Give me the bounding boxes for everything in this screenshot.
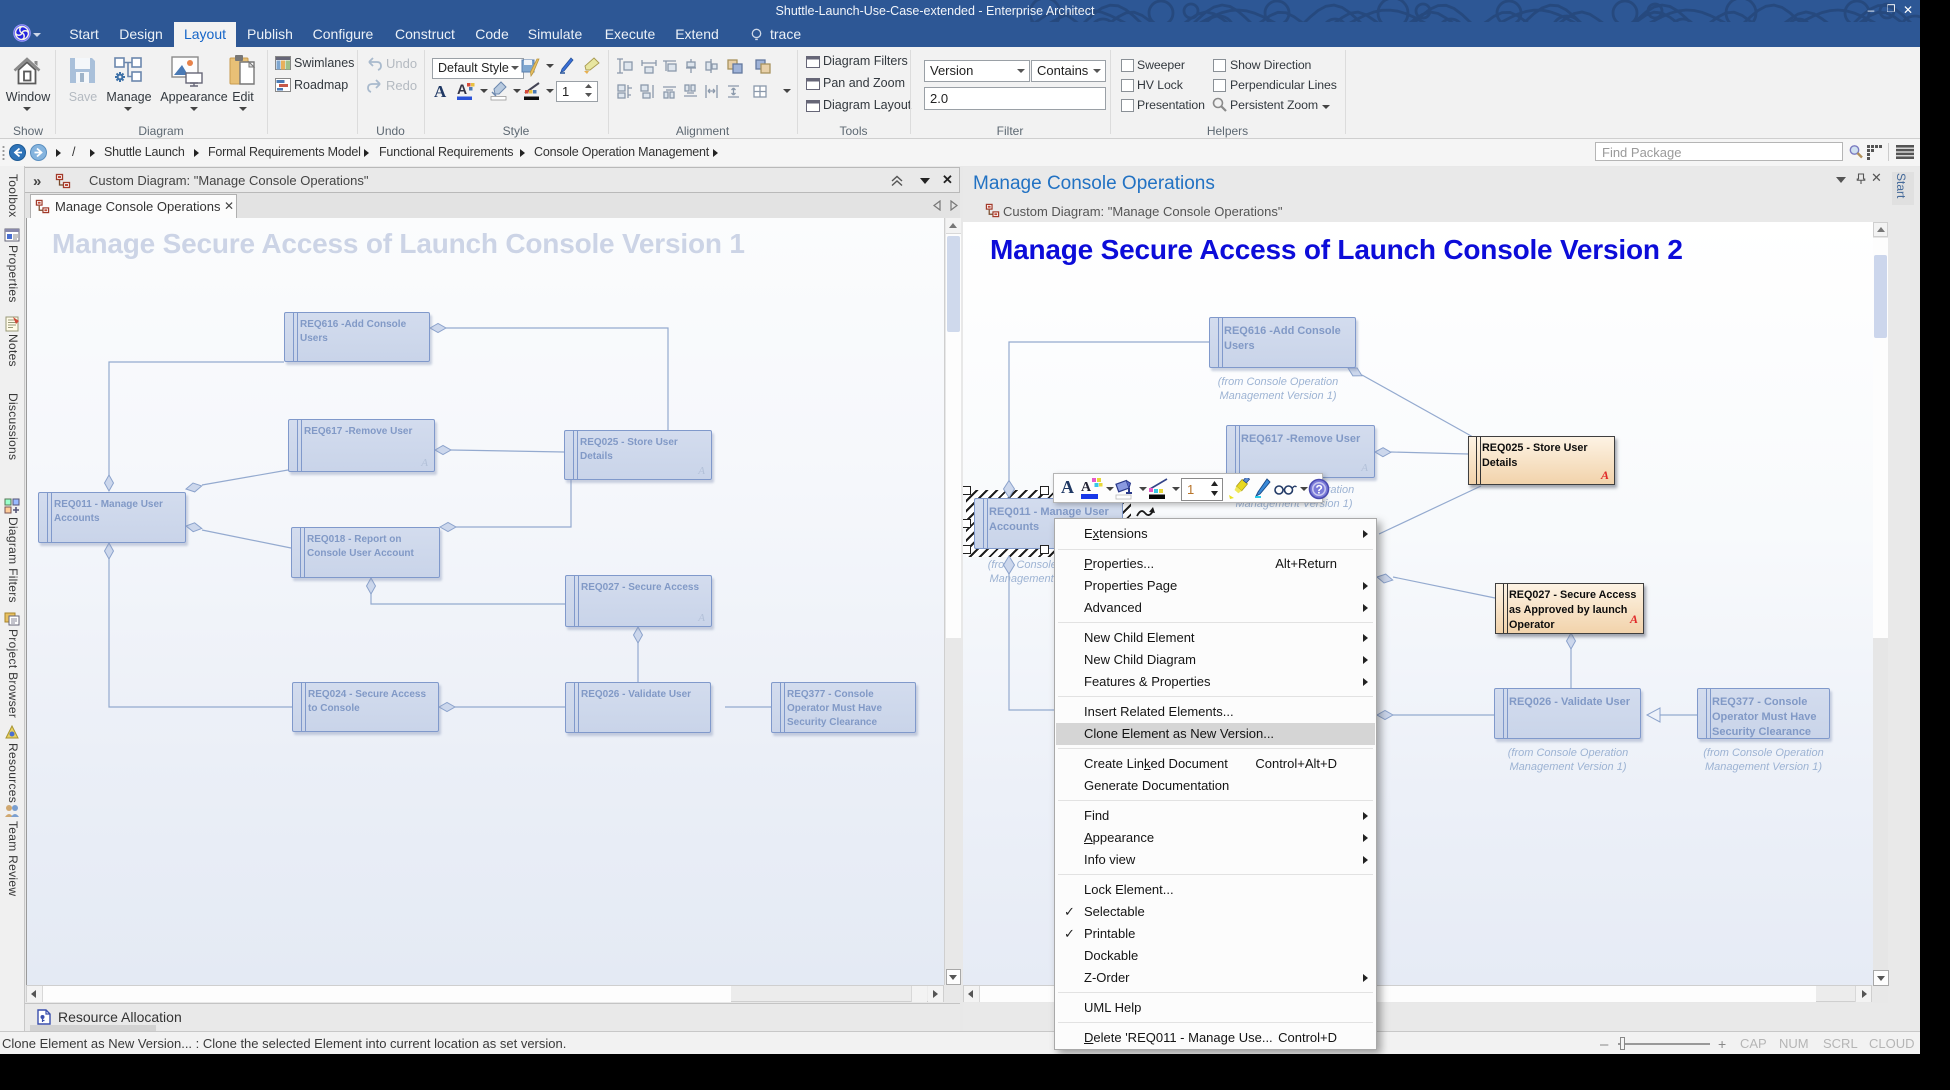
svg-text:?: ?: [1316, 483, 1323, 497]
svg-text:A: A: [457, 81, 467, 97]
svg-text:A: A: [1081, 480, 1092, 495]
